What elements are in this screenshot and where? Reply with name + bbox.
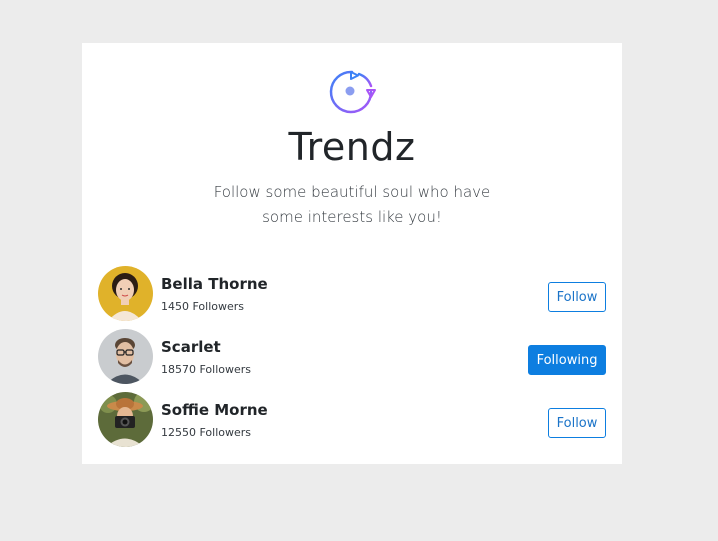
avatar <box>98 392 153 447</box>
following-button[interactable]: Following <box>528 345 606 375</box>
brand-title: Trendz <box>288 125 416 169</box>
avatar <box>98 329 153 384</box>
follower-count: 1450 Followers <box>161 300 245 313</box>
user-name: Scarlet <box>161 338 221 356</box>
follow-button[interactable]: Follow <box>548 282 606 312</box>
brand-logo-icon <box>325 66 381 118</box>
follow-button[interactable]: Follow <box>548 408 606 438</box>
suggestions-card: Trendz Follow some beautiful soul who ha… <box>82 43 622 464</box>
user-row: Bella Thorne 1450 Followers Follow <box>98 266 606 322</box>
user-name: Bella Thorne <box>161 275 268 293</box>
user-name: Soffie Morne <box>161 401 268 419</box>
follower-count: 12550 Followers <box>161 426 252 439</box>
user-row: Soffie Morne 12550 Followers Follow <box>98 392 606 448</box>
user-row: Scarlet 18570 Followers Following <box>98 329 606 385</box>
tagline-text: Follow some beautiful soul who have some… <box>213 183 491 226</box>
avatar <box>98 266 153 321</box>
follower-count: 18570 Followers <box>161 363 252 376</box>
